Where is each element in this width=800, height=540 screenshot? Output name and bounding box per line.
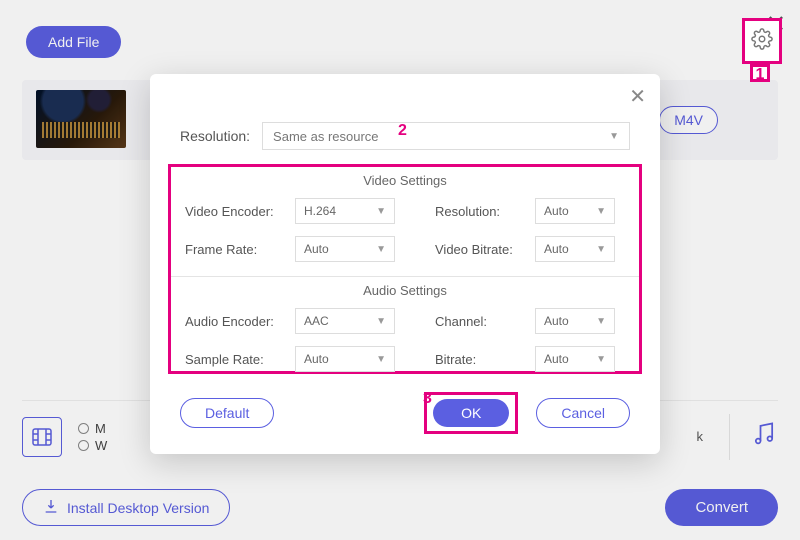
video-encoder-label: Video Encoder: (185, 204, 295, 219)
resolution-value: Same as resource (273, 129, 379, 144)
chevron-down-icon: ▼ (376, 244, 386, 255)
video-settings-title: Video Settings (185, 173, 625, 188)
sample-rate-label: Sample Rate: (185, 352, 295, 367)
settings-panel-highlight: Video Settings Video Encoder: H.264 ▼ Res… (168, 164, 642, 374)
audio-bitrate-value: Auto (544, 352, 569, 366)
video-encoder-value: H.264 (304, 204, 336, 218)
format-radio-1-label: M (95, 421, 106, 436)
frame-rate-select[interactable]: Auto ▼ (295, 236, 395, 262)
channel-select[interactable]: Auto ▼ (535, 308, 615, 334)
channel-value: Auto (544, 314, 569, 328)
chevron-down-icon: ▼ (376, 316, 386, 327)
audio-encoder-value: AAC (304, 314, 329, 328)
audio-encoder-select[interactable]: AAC ▼ (295, 308, 395, 334)
chevron-down-icon: ▼ (376, 206, 386, 217)
download-icon (43, 498, 59, 517)
convert-button[interactable]: Convert (665, 489, 778, 526)
frame-rate-value: Auto (304, 242, 329, 256)
video-bitrate-select[interactable]: Auto ▼ (535, 236, 615, 262)
audio-settings-title: Audio Settings (185, 283, 625, 298)
annotation-3: 3 (423, 390, 432, 408)
sample-rate-select[interactable]: Auto ▼ (295, 346, 395, 372)
format-radio-2-label: W (95, 438, 107, 453)
truncated-text: k (697, 429, 704, 444)
format-radio-2[interactable]: W (78, 438, 107, 453)
format-button[interactable]: M4V (659, 106, 718, 134)
frame-rate-label: Frame Rate: (185, 242, 295, 257)
format-radio-1[interactable]: M (78, 421, 107, 436)
cancel-button[interactable]: Cancel (536, 398, 630, 428)
modal-button-row: Default OK Cancel (180, 392, 630, 434)
add-file-button[interactable]: Add File (26, 26, 121, 58)
divider (171, 276, 639, 277)
video-encoder-select[interactable]: H.264 ▼ (295, 198, 395, 224)
audio-bitrate-select[interactable]: Auto ▼ (535, 346, 615, 372)
resolution-select[interactable]: Same as resource ▼ (262, 122, 630, 150)
video-bitrate-label: Video Bitrate: (435, 242, 535, 257)
music-icon[interactable] (750, 420, 778, 453)
default-button[interactable]: Default (180, 398, 274, 428)
chevron-down-icon: ▼ (376, 354, 386, 365)
audio-bitrate-label: Bitrate: (435, 352, 535, 367)
chevron-down-icon: ▼ (609, 131, 619, 142)
install-desktop-label: Install Desktop Version (67, 500, 209, 516)
chevron-down-icon: ▼ (596, 354, 606, 365)
video-bitrate-value: Auto (544, 242, 569, 256)
gear-icon[interactable] (751, 28, 773, 55)
video-resolution-select[interactable]: Auto ▼ (535, 198, 615, 224)
ok-button[interactable]: OK (433, 399, 509, 427)
resolution-label: Resolution: (180, 128, 250, 144)
ok-highlight: OK (424, 392, 518, 434)
settings-gear-highlight (742, 18, 782, 64)
format-radio-group: M W (78, 419, 107, 455)
video-resolution-label: Resolution: (435, 204, 535, 219)
modal-close-icon[interactable]: ✕ (629, 84, 646, 109)
audio-encoder-label: Audio Encoder: (185, 314, 295, 329)
chevron-down-icon: ▼ (596, 244, 606, 255)
chevron-down-icon: ▼ (596, 316, 606, 327)
chevron-down-icon: ▼ (596, 206, 606, 217)
annotation-1: 1 (750, 64, 770, 82)
divider (729, 414, 730, 460)
video-format-icon[interactable] (22, 417, 62, 457)
video-resolution-value: Auto (544, 204, 569, 218)
annotation-2: 2 (398, 122, 407, 140)
sample-rate-value: Auto (304, 352, 329, 366)
install-desktop-button[interactable]: Install Desktop Version (22, 489, 230, 526)
video-thumbnail[interactable] (36, 90, 126, 148)
channel-label: Channel: (435, 314, 535, 329)
